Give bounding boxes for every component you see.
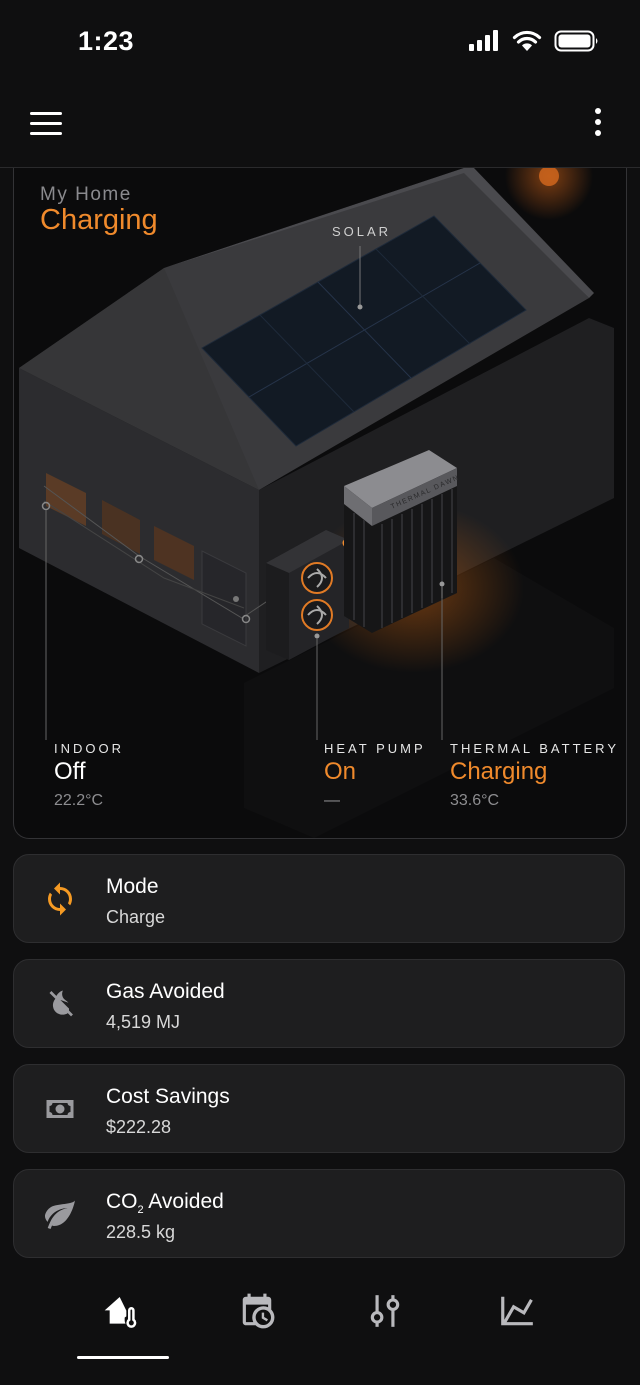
sync-icon <box>48 882 72 916</box>
indoor-state: Off <box>54 758 86 785</box>
cash-icon <box>46 1100 74 1118</box>
thermal-battery-temperature: 33.6°C <box>450 792 500 809</box>
cost-savings-value: $222.28 <box>106 1117 172 1137</box>
cellular-signal-icon <box>469 30 498 51</box>
mode-title: Mode <box>106 875 159 898</box>
indoor-status[interactable]: INDOOR Off 22.2°C <box>54 741 124 810</box>
heat-pump-sub: — <box>324 792 340 809</box>
more-vert-icon[interactable] <box>594 108 602 138</box>
bottom-navigation <box>0 1270 640 1385</box>
chart-line-icon <box>501 1296 533 1326</box>
nav-active-indicator <box>77 1356 169 1359</box>
mode-card[interactable]: Mode Charge <box>13 854 625 943</box>
thermal-battery-label: THERMAL BATTERY <box>450 741 620 756</box>
home-name: My Home <box>40 184 132 205</box>
wifi-icon <box>512 30 542 51</box>
co2-avoided-card[interactable]: CO2 Avoided 228.5 kg <box>13 1169 625 1258</box>
leaf-icon <box>45 1200 75 1229</box>
app-bar <box>0 88 640 168</box>
heat-pump-state: On <box>324 758 357 785</box>
cost-savings-card[interactable]: Cost Savings $222.28 <box>13 1064 625 1153</box>
status-time: 1:23 <box>78 26 135 56</box>
gas-avoided-value: 4,519 MJ <box>106 1012 181 1032</box>
home-state: Charging <box>40 204 158 236</box>
heat-pump-status[interactable]: HEAT PUMP On — <box>324 741 426 810</box>
nav-controls[interactable] <box>340 1292 430 1340</box>
co2-avoided-value: 228.5 kg <box>106 1222 176 1242</box>
mode-value: Charge <box>106 907 166 927</box>
status-icons <box>468 30 600 52</box>
calendar-clock-icon <box>242 1293 275 1329</box>
battery-icon <box>554 30 598 52</box>
gas-avoided-card[interactable]: Gas Avoided 4,519 MJ <box>13 959 625 1048</box>
thermal-battery-state: Charging <box>450 758 548 785</box>
nav-stats[interactable] <box>472 1292 562 1340</box>
indoor-temperature: 22.2°C <box>54 792 104 809</box>
home-overview-card: THERMAL DAWN My Home Charging SOLAR INDO… <box>13 168 627 839</box>
nav-schedule[interactable] <box>212 1292 302 1340</box>
nav-home[interactable] <box>78 1292 168 1340</box>
co2-title-main: CO <box>106 1190 138 1213</box>
status-bar: 1:23 <box>0 0 640 88</box>
thermal-battery-status[interactable]: THERMAL BATTERY Charging 33.6°C <box>450 741 619 810</box>
solar-label: SOLAR <box>332 224 392 239</box>
gas-avoided-title: Gas Avoided <box>106 980 225 1003</box>
cost-savings-title: Cost Savings <box>106 1085 230 1108</box>
co2-avoided-title: CO2 Avoided <box>106 1190 224 1216</box>
gas-off-icon <box>49 990 73 1017</box>
menu-icon[interactable] <box>30 112 62 136</box>
tune-icon <box>370 1295 400 1327</box>
indoor-label: INDOOR <box>54 741 124 756</box>
house-illustration: THERMAL DAWN <box>19 168 614 838</box>
home-thermometer-icon <box>104 1297 137 1328</box>
heat-pump-label: HEAT PUMP <box>324 741 426 756</box>
co2-title-rest: Avoided <box>143 1190 224 1213</box>
